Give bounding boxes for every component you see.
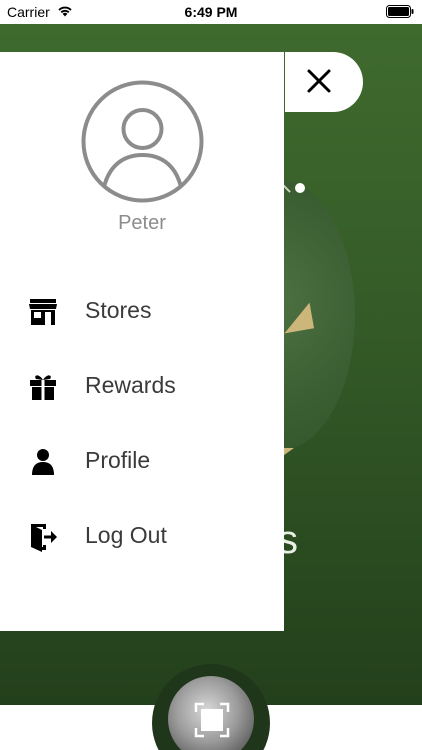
menu-item-stores[interactable]: Stores bbox=[0, 283, 284, 339]
scan-button-inner bbox=[168, 676, 254, 750]
battery-icon bbox=[386, 5, 414, 18]
compass-dot bbox=[295, 183, 305, 193]
close-menu-button[interactable] bbox=[285, 52, 363, 112]
close-icon bbox=[307, 69, 331, 93]
menu-label-logout: Log Out bbox=[85, 522, 167, 548]
scan-icon bbox=[194, 702, 230, 738]
menu-item-rewards[interactable]: Rewards bbox=[0, 358, 284, 414]
logout-icon bbox=[31, 524, 57, 552]
menu-item-logout[interactable]: Log Out bbox=[0, 508, 284, 564]
store-icon bbox=[29, 299, 57, 325]
clock: 6:49 PM bbox=[184, 4, 238, 20]
side-drawer: Peter Stores Rewards Profile Log Out bbox=[0, 52, 284, 631]
user-name: Peter bbox=[118, 212, 166, 234]
gift-icon bbox=[30, 375, 56, 400]
menu-label-profile: Profile bbox=[85, 447, 151, 473]
user-circle-icon[interactable] bbox=[80, 79, 205, 204]
status-bar: Carrier 6:49 PM bbox=[0, 0, 422, 24]
menu-item-profile[interactable]: Profile bbox=[0, 433, 284, 489]
menu-label-rewards: Rewards bbox=[85, 372, 176, 398]
menu-label-stores: Stores bbox=[85, 297, 152, 323]
compass-pointer bbox=[279, 302, 315, 334]
person-icon bbox=[32, 449, 54, 475]
